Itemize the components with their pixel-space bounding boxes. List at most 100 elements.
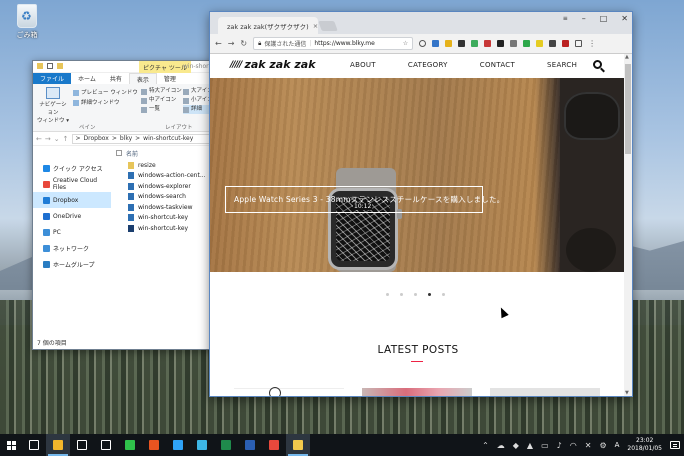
breadcrumb[interactable]: > Dropbox > blky > win-shortcut-key [71, 133, 214, 144]
file-explorer-window[interactable]: ピクチャ ツール win-shortcut-key ファイル ホーム 共有 表示… [32, 60, 218, 350]
clock[interactable]: 23:02 2018/01/05 [627, 437, 662, 453]
maximize-icon[interactable]: □ [600, 14, 608, 23]
taskbar-app-button[interactable] [166, 434, 190, 456]
details-pane-button[interactable]: 詳細ウィンドウ [73, 98, 138, 108]
bookmark-star-icon[interactable]: ☆ [403, 40, 408, 47]
scroll-up-arrow-icon[interactable]: ▲ [625, 54, 629, 60]
list-item[interactable]: win-shortcut-key [112, 223, 217, 234]
sidebar-item[interactable]: クイック アクセス [33, 160, 111, 176]
url-text[interactable]: https://www.blky.me [314, 40, 374, 47]
lock-icon[interactable]: 🔒︎ [258, 40, 261, 48]
column-header[interactable]: 名前 [112, 146, 217, 160]
taskbar-app-button[interactable] [22, 434, 46, 456]
navigation-pane-button[interactable]: ナビゲーション ウィンドウ ▾ [37, 87, 69, 124]
tab-home[interactable]: ホーム [71, 73, 103, 84]
extension-icon[interactable] [484, 40, 492, 47]
list-item[interactable]: win-shortcut-key [112, 213, 217, 224]
chevron-down-icon[interactable]: ⌄ [54, 135, 60, 143]
back-icon[interactable]: ← [215, 39, 222, 48]
select-all-checkbox[interactable] [116, 150, 122, 156]
evernote-extension-icon[interactable] [523, 40, 531, 47]
sidebar-item[interactable]: PC [33, 224, 111, 240]
taskbar-app-button[interactable] [142, 434, 166, 456]
taskbar-app-button[interactable] [262, 434, 286, 456]
nav-search[interactable]: SEARCH [547, 61, 577, 69]
breadcrumb-item[interactable]: blky [120, 135, 132, 142]
taskbar-app-button[interactable] [94, 434, 118, 456]
list-item[interactable]: windows-search [112, 192, 217, 203]
extension-icon[interactable] [432, 40, 440, 47]
forward-arrow-icon[interactable]: → [45, 135, 51, 143]
post-thumbnail[interactable] [362, 388, 472, 396]
new-folder-icon[interactable] [57, 63, 63, 69]
battery-icon[interactable]: ▭ [541, 441, 549, 450]
sidebar-item[interactable]: Creative Cloud Files [33, 176, 111, 192]
taskbar-app-button[interactable] [190, 434, 214, 456]
list-item[interactable]: resize [112, 160, 217, 171]
taskbar-app-button[interactable] [286, 434, 310, 456]
dropbox-tray-icon[interactable]: ◆ [513, 441, 519, 450]
folder-icon[interactable] [37, 63, 43, 69]
menu-kebab-icon[interactable]: ⋮ [588, 39, 596, 48]
reload-icon[interactable]: ↻ [240, 39, 247, 48]
breadcrumb-item[interactable]: Dropbox [84, 135, 109, 142]
sidebar-item[interactable]: ネットワーク [33, 240, 111, 256]
up-arrow-icon[interactable]: ↑ [63, 135, 69, 143]
extension-icon[interactable] [536, 40, 544, 47]
scrollbar-thumb[interactable] [625, 64, 631, 154]
recycle-bin-shortcut[interactable]: ごみ箱 [10, 4, 44, 40]
action-center-icon[interactable] [670, 441, 680, 449]
taskbar-app-button[interactable] [70, 434, 94, 456]
stack-extension-icon[interactable] [497, 40, 505, 47]
sidebar-item[interactable]: Dropbox [33, 192, 111, 208]
list-item[interactable]: windows-taskview [112, 202, 217, 213]
chrome-window[interactable]: zak zak zak(ザクザクザク) × ≡ – □ ✕ ← → ↻ 🔒︎ 保… [209, 11, 633, 397]
post-thumbnail[interactable] [234, 387, 344, 396]
list-item[interactable]: windows-action-cent... [112, 171, 217, 182]
browser-tab[interactable]: zak zak zak(ザクザクザク) × [218, 17, 318, 34]
site-logo[interactable]: ///// zak zak zak [230, 58, 316, 71]
sidebar-item[interactable]: OneDrive [33, 208, 111, 224]
checkbox-icon[interactable] [47, 63, 53, 69]
drive-icon[interactable]: ▲ [527, 441, 533, 450]
slider-dot[interactable] [386, 293, 389, 296]
cloud-icon[interactable]: ☁ [497, 441, 505, 450]
volume-icon[interactable]: ♪ [557, 441, 562, 450]
tab-manage[interactable]: 管理 [157, 73, 183, 84]
page-scrollbar[interactable]: ▲ ▼ [624, 54, 632, 396]
sidebar-item[interactable]: ホームグループ [33, 256, 111, 272]
preview-pane-button[interactable]: プレビュー ウィンドウ [73, 88, 138, 98]
hero-caption-link[interactable]: Apple Watch Series 3 - 38mmステンレススチールケースを… [225, 186, 504, 213]
scroll-down-arrow-icon[interactable]: ▼ [625, 390, 629, 396]
taskbar-app-button[interactable] [238, 434, 262, 456]
close-icon[interactable]: ✕ [621, 14, 628, 23]
slider-dot[interactable] [400, 293, 403, 296]
extension-icon[interactable] [445, 40, 453, 47]
medium-icons-button[interactable]: 中アイコン [141, 96, 182, 105]
hero-slider[interactable]: 10:12 Apple Watch Series 3 - 38mmステンレススチ… [210, 78, 624, 272]
extension-icon[interactable] [575, 40, 583, 47]
tab-file[interactable]: ファイル [33, 73, 72, 84]
taskbar-app-button[interactable] [214, 434, 238, 456]
nav-contact[interactable]: CONTACT [480, 61, 515, 69]
forward-icon[interactable]: → [228, 39, 235, 48]
network-icon[interactable]: ◠ [570, 441, 577, 450]
settings-icon[interactable]: ⚙ [599, 441, 606, 450]
ime-indicator[interactable]: A [615, 441, 620, 449]
extension-icon[interactable] [510, 40, 518, 47]
taskbar-app-button[interactable] [46, 434, 70, 456]
slider-dot[interactable] [442, 293, 445, 296]
tools-icon[interactable]: ✕ [585, 441, 592, 450]
new-tab-button[interactable] [318, 21, 338, 31]
search-icon[interactable] [593, 60, 602, 69]
extension-icon[interactable] [458, 40, 466, 47]
info-extension-icon[interactable] [419, 40, 427, 47]
tab-view[interactable]: 表示 [128, 73, 157, 84]
list-button[interactable]: 一覧 [141, 105, 182, 114]
back-arrow-icon[interactable]: ← [36, 135, 42, 143]
extension-icon[interactable] [562, 40, 570, 47]
close-tab-icon[interactable]: × [313, 22, 318, 30]
start-button[interactable] [0, 434, 22, 456]
nav-category[interactable]: CATEGORY [408, 61, 448, 69]
extension-icon[interactable] [471, 40, 479, 47]
